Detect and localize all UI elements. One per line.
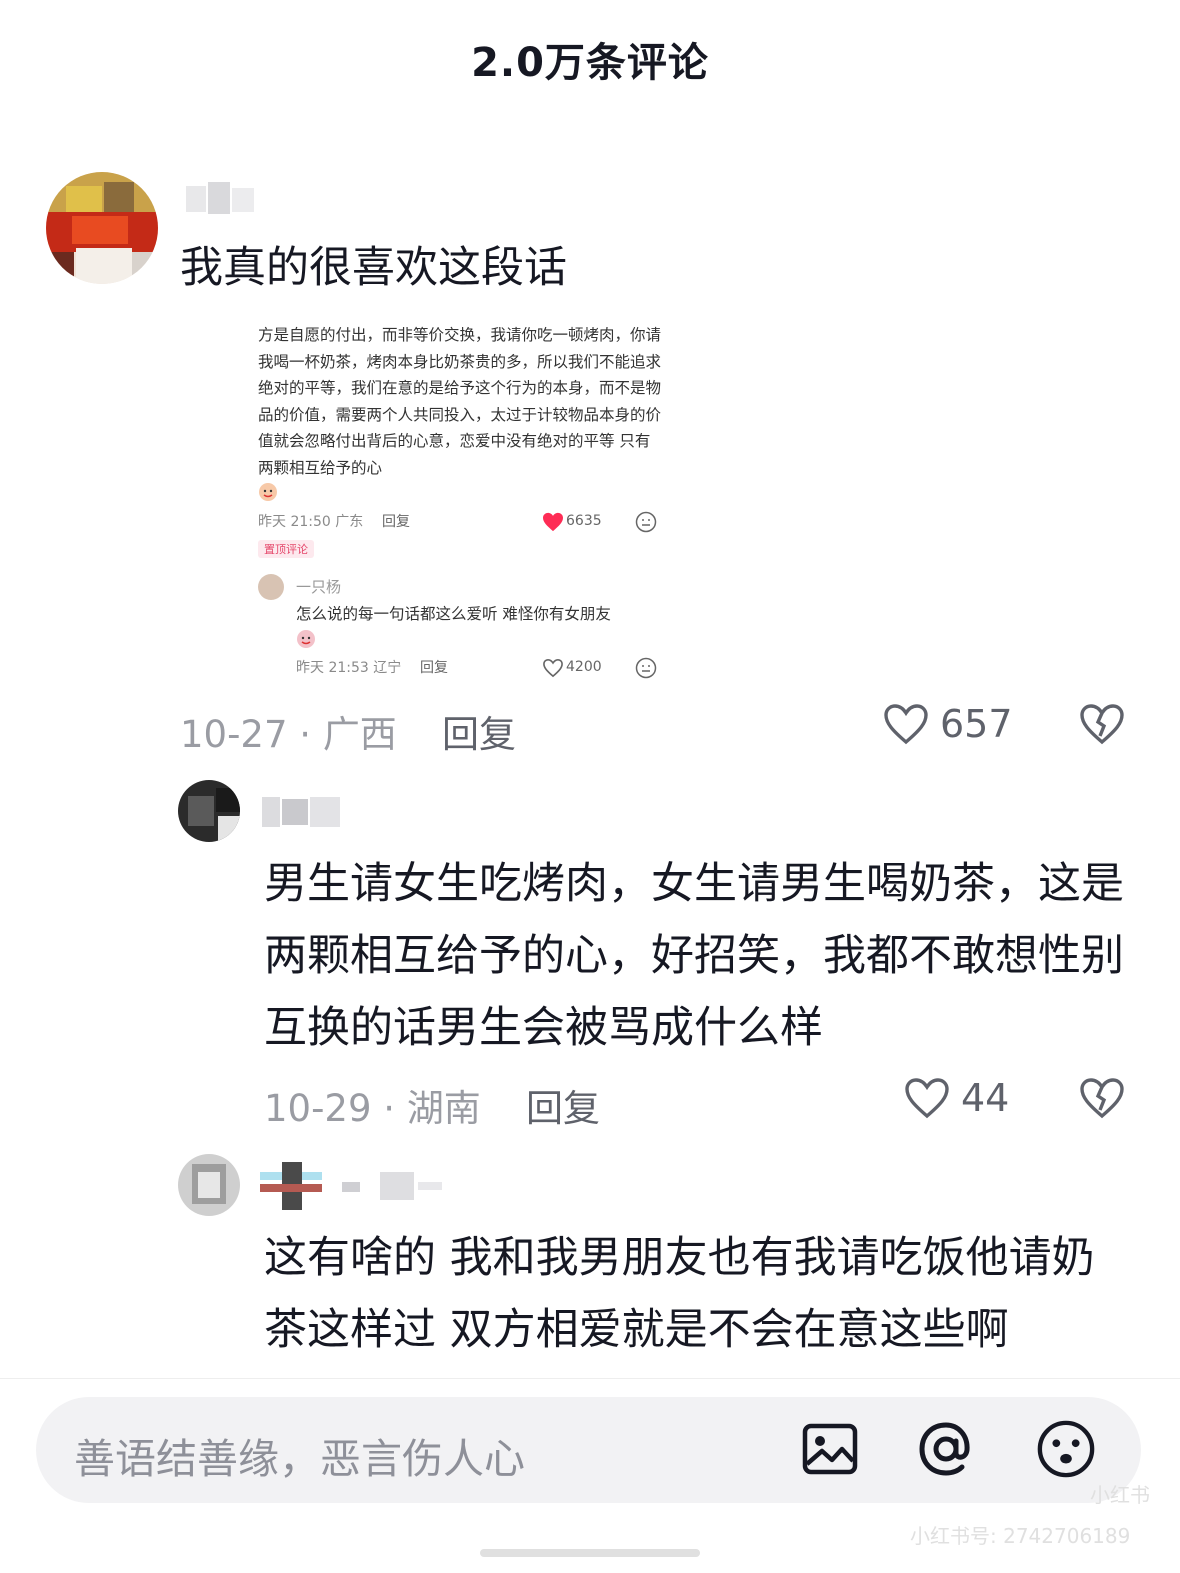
comment-text: 这有啥的 我和我男朋友也有我请吃饭他请奶茶这样过 双方相爱就是不会在意这些啊 (264, 1233, 1095, 1355)
reply-username: 一只杨 (296, 578, 342, 596)
avatar[interactable] (178, 1154, 240, 1216)
reply-avatar (258, 574, 284, 600)
image-icon[interactable] (800, 1419, 860, 1479)
reply-meta: 昨天 21:53 辽宁 (296, 660, 402, 676)
emoji-icon[interactable] (1036, 1419, 1096, 1479)
comment-text: 我真的很喜欢这段话 (180, 243, 567, 293)
comment-location: 湖南 (406, 1087, 481, 1130)
embedded-meta: 昨天 21:50 广东 (258, 514, 364, 530)
comment-input-placeholder: 善语结善缘，恶言伤人心 (74, 1435, 525, 1483)
comment-date: 10-27 (180, 713, 288, 756)
embedded-reply[interactable]: 回复 (382, 511, 410, 531)
comment-count-title: 2.0万条评论 (471, 40, 709, 86)
like-count: 657 (940, 702, 1013, 746)
comment-date: 10-29 (264, 1087, 372, 1130)
comment-location: 广西 (322, 713, 397, 756)
embedded-paragraph: 方是自愿的付出，而非等价交换，我请你吃一顿烤肉，你请我喝一杯奶茶，烤肉本身比奶茶… (258, 326, 662, 477)
reply-button[interactable]: 回复 (526, 1078, 600, 1132)
comment-input[interactable]: 善语结善缘，恶言伤人心 (36, 1397, 1141, 1503)
at-icon[interactable] (916, 1419, 976, 1479)
pinned-badge: 置顶评论 (258, 540, 314, 558)
comment-image[interactable]: 方是自愿的付出，而非等价交换，我请你吃一顿烤肉，你请我喝一杯奶茶，烤肉本身比奶茶… (250, 318, 670, 688)
meta-separator: · (287, 713, 323, 756)
emoji-reaction-icon[interactable] (635, 657, 657, 679)
emoji-face-icon (297, 630, 315, 648)
home-indicator (480, 1549, 700, 1557)
heart-outline-icon[interactable] (542, 658, 564, 678)
reply-button[interactable]: 回复 (442, 704, 516, 758)
username-blurred[interactable] (260, 1162, 444, 1212)
emoji-face-icon (259, 483, 277, 501)
username-blurred[interactable] (262, 795, 342, 829)
heart-outline-icon (884, 704, 928, 745)
comment-meta: 10-27 · 广西 (180, 704, 397, 758)
like-button[interactable]: 44 (903, 1076, 1009, 1120)
reply-text: 怎么说的每一句话都这么爱听 难怪你有女朋友 (296, 605, 611, 623)
avatar[interactable] (178, 780, 240, 842)
emoji-reaction-icon[interactable] (635, 511, 657, 533)
heart-filled-icon (543, 512, 563, 532)
comment-text: 男生请女生吃烤肉，女生请男生喝奶茶，这是两颗相互给予的心，好招笑，我都不敢想性别… (264, 859, 1124, 1053)
reply-likes: 4200 (566, 659, 602, 675)
comments-header: 2.0万条评论 (0, 0, 1180, 110)
watermark-id: 小红书号: 2742706189 (910, 1524, 1131, 1548)
broken-heart-icon[interactable] (1078, 1076, 1126, 1120)
broken-heart-icon[interactable] (1078, 702, 1126, 746)
watermark-app: 小红书 (1090, 1483, 1150, 1507)
like-button[interactable]: 657 (882, 702, 1013, 746)
embedded-likes: 6635 (566, 513, 602, 529)
heart-outline-icon (905, 1078, 949, 1119)
username-blurred[interactable] (186, 182, 256, 216)
comment-meta: 10-29 · 湖南 (264, 1078, 481, 1132)
reply-reply[interactable]: 回复 (420, 657, 448, 677)
like-count: 44 (961, 1076, 1010, 1120)
meta-separator: · (371, 1087, 407, 1130)
avatar[interactable] (46, 172, 158, 284)
